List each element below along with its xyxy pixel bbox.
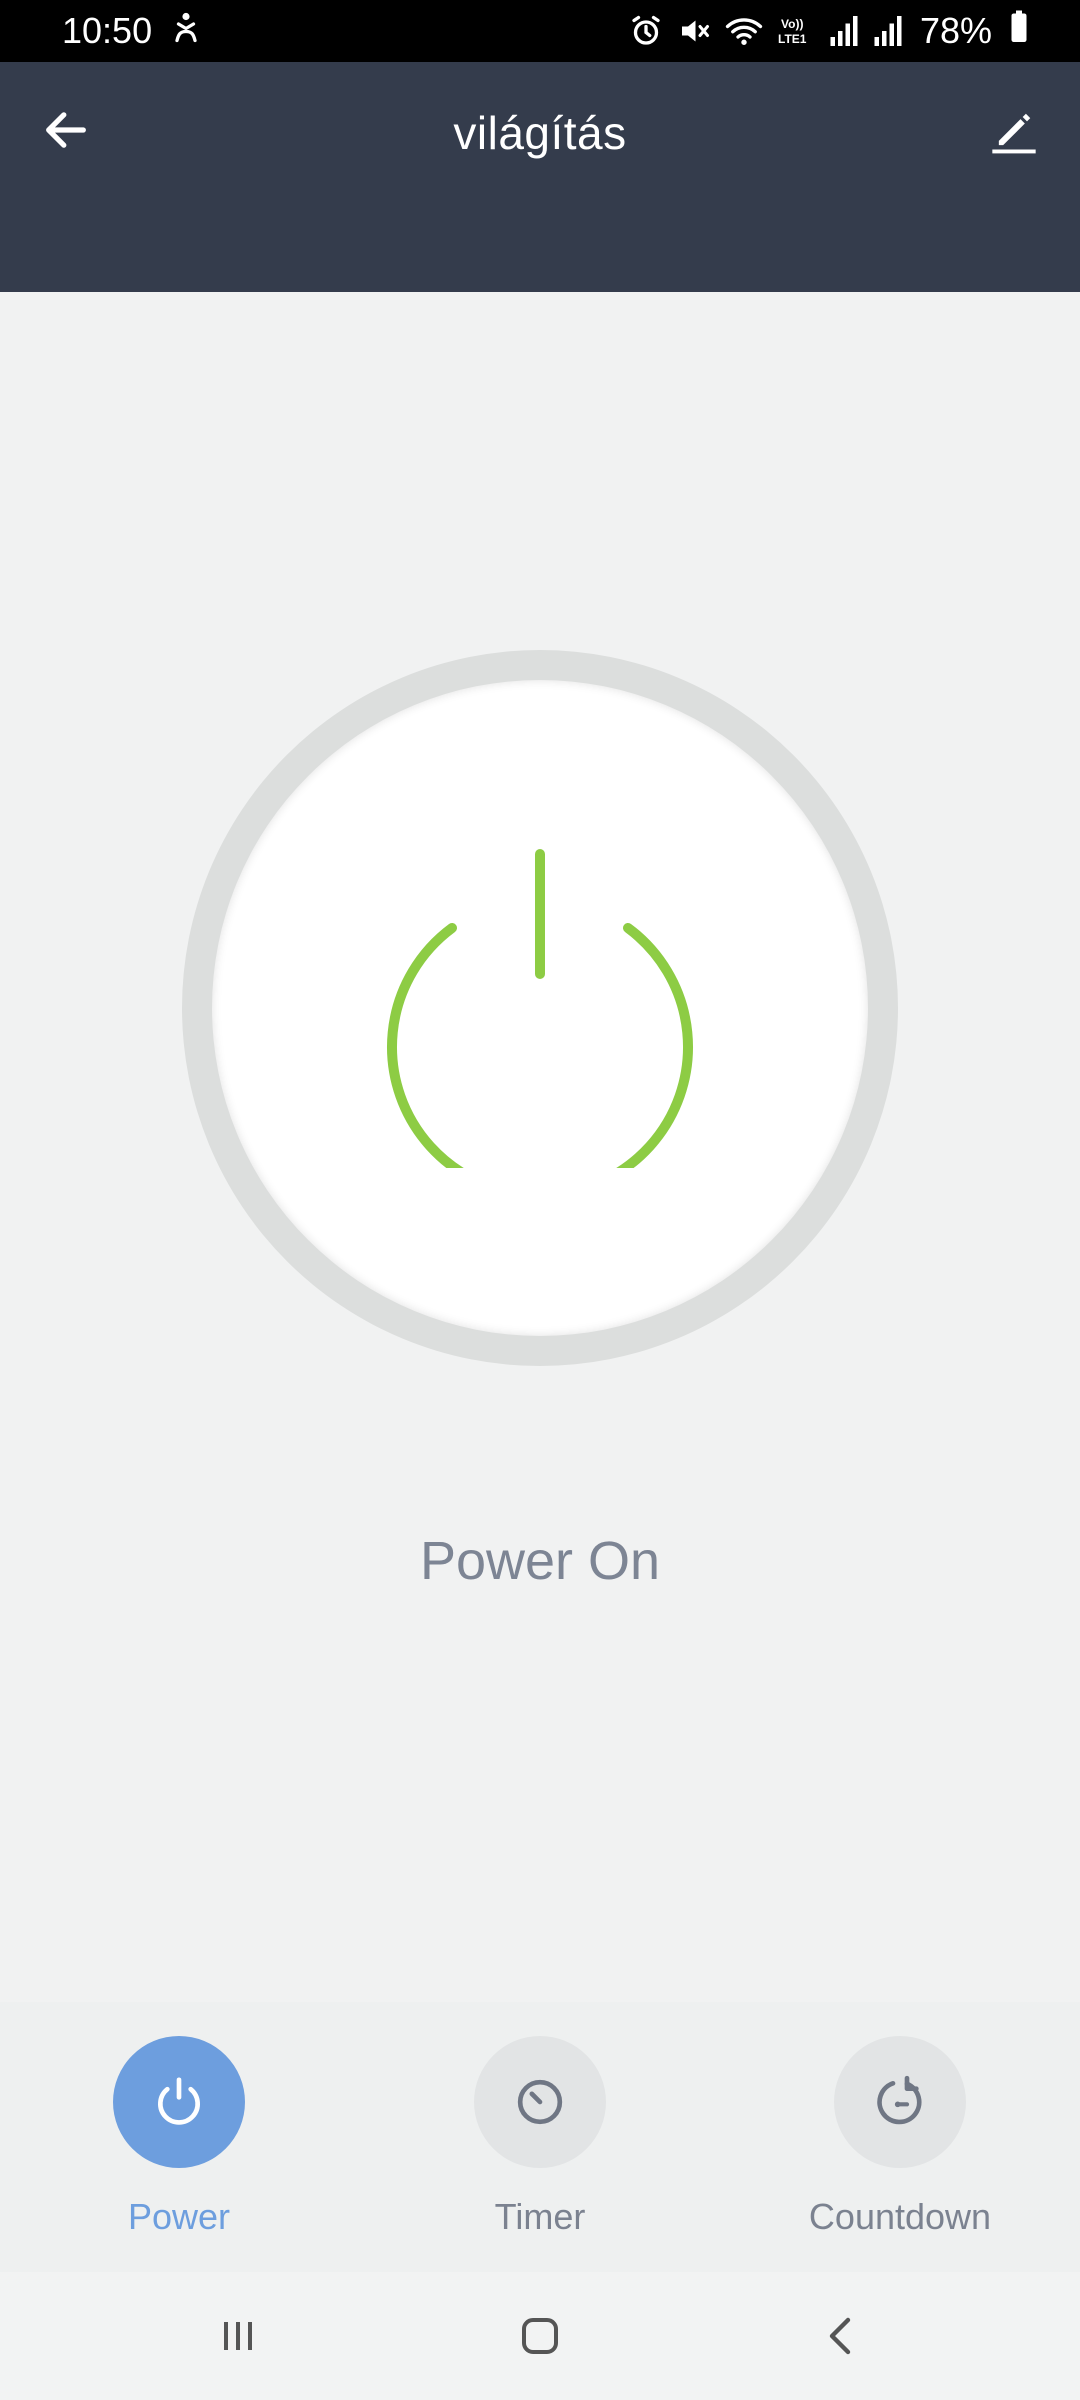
svg-text:Vo)): Vo))	[781, 17, 803, 31]
back-icon	[829, 2317, 851, 2355]
pencil-icon	[992, 113, 1036, 154]
signal-icon-2	[872, 13, 904, 49]
volte-icon: Vo)) LTE1	[776, 13, 816, 49]
timer-icon	[517, 2079, 563, 2125]
system-back-button[interactable]	[812, 2306, 872, 2366]
tab-countdown-circle	[834, 2036, 966, 2168]
tab-countdown-label: Countdown	[808, 2196, 992, 2237]
wifi-icon	[724, 13, 764, 49]
accessibility-icon	[168, 9, 204, 54]
tab-timer-label: Timer	[494, 2196, 586, 2237]
home-button[interactable]	[510, 2306, 570, 2366]
edit-button[interactable]	[984, 100, 1044, 160]
countdown-icon	[877, 2075, 922, 2125]
tab-timer-circle	[474, 2036, 606, 2168]
status-bar: 10:50 Vo)) LTE1 78%	[0, 0, 1080, 62]
tab-power-label: Power	[127, 2196, 231, 2237]
battery-percentage: 78%	[919, 10, 992, 51]
svg-text:LTE1: LTE1	[778, 32, 807, 46]
recents-icon	[224, 2322, 252, 2350]
mute-icon	[676, 13, 712, 49]
power-toggle-button[interactable]	[212, 680, 868, 1336]
page-title: világítás	[453, 107, 627, 159]
tab-power[interactable]: Power	[49, 2036, 309, 2238]
tab-countdown[interactable]: Countdown	[770, 2036, 1030, 2238]
power-icon	[158, 2077, 200, 2125]
app-header: világítás	[0, 62, 1080, 292]
recents-button[interactable]	[208, 2306, 268, 2366]
tab-power-circle	[113, 2036, 245, 2168]
power-icon	[387, 849, 693, 1168]
signal-icon	[828, 13, 860, 49]
status-time: 10:50	[62, 10, 153, 51]
system-nav-bar	[0, 2272, 1080, 2400]
power-state-label: Power On	[419, 1531, 661, 1591]
tab-timer[interactable]: Timer	[410, 2036, 670, 2238]
home-icon	[522, 2318, 558, 2354]
alarm-icon	[628, 13, 664, 49]
bottom-tab-bar: Power Timer Countdown	[0, 2002, 1080, 2272]
battery-icon	[1008, 9, 1030, 54]
